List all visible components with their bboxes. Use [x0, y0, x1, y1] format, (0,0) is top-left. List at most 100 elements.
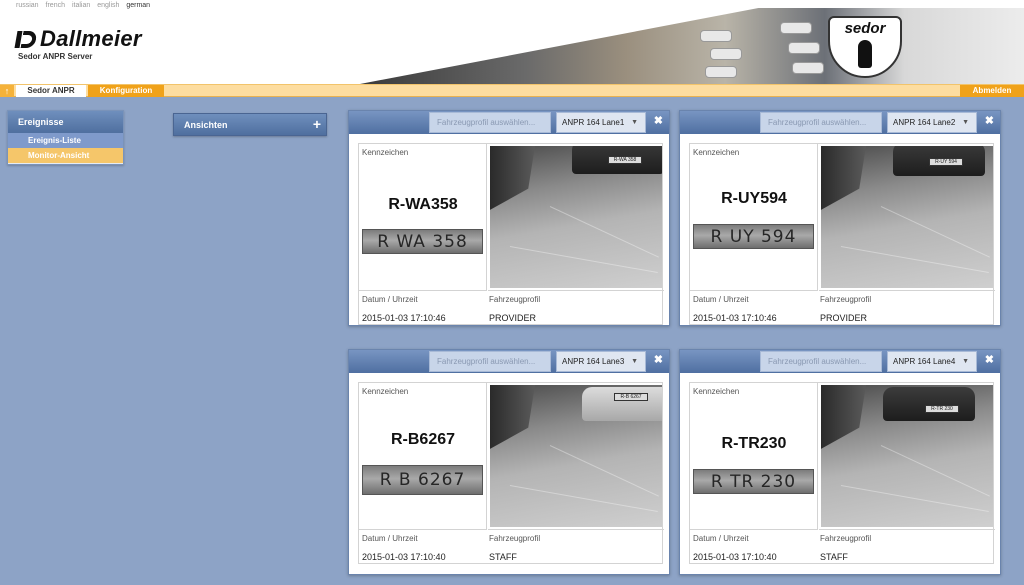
card-body: Kennzeichen R-UY594 R UY 594 R-UY 594 Da…: [689, 143, 995, 325]
plate-column: Kennzeichen R-TR230 R TR 230: [690, 383, 818, 530]
plate-label: Kennzeichen: [362, 387, 409, 396]
server-title: Sedor ANPR Server: [18, 52, 93, 61]
lane-card-3: Fahrzeugprofil auswählen... ANPR 164 Lan…: [348, 349, 670, 575]
close-icon[interactable]: ✖: [654, 353, 663, 366]
date-label: Datum / Uhrzeit: [362, 295, 418, 304]
camera-snapshot[interactable]: R-UY 594: [821, 146, 993, 288]
card-header: Fahrzeugprofil auswählen... ANPR 164 Lan…: [349, 350, 669, 373]
profile-label: Fahrzeugprofil: [489, 295, 541, 304]
close-icon[interactable]: ✖: [985, 114, 994, 127]
camera-snapshot[interactable]: R-WA 358: [490, 146, 662, 288]
tab-konfiguration[interactable]: Konfiguration: [88, 85, 164, 97]
sidebar-item-monitor-view[interactable]: Monitor-Ansicht: [8, 148, 123, 163]
date-value: 2015-01-03 17:10:40: [693, 552, 777, 562]
card-body: Kennzeichen R-WA358 R WA 358 R-WA 358 Da…: [358, 143, 664, 325]
lang-russian[interactable]: russian: [16, 2, 39, 9]
lane-select[interactable]: ANPR 164 Lane4 ▼: [887, 351, 977, 372]
camera-plate: R-UY 594: [929, 158, 963, 166]
profile-value: STAFF: [820, 552, 848, 562]
header-banner-image: sedor: [360, 8, 1024, 84]
chevron-down-icon: ▼: [631, 119, 638, 126]
app-header: russian french italian english german Da…: [0, 0, 1024, 84]
plate-crop-text: R TR 230: [710, 472, 797, 492]
plate-crop-image: R UY 594: [693, 224, 814, 249]
card-header: Fahrzeugprofil auswählen... ANPR 164 Lan…: [680, 350, 1000, 373]
card-header: Fahrzeugprofil auswählen... ANPR 164 Lan…: [349, 111, 669, 134]
lane-select[interactable]: ANPR 164 Lane3 ▼: [556, 351, 646, 372]
camera-snapshot[interactable]: R-TR 230: [821, 385, 993, 527]
profile-value: STAFF: [489, 552, 517, 562]
card-header: Fahrzeugprofil auswählen... ANPR 164 Lan…: [680, 111, 1000, 134]
card-body: Kennzeichen R-TR230 R TR 230 R-TR 230 Da…: [689, 382, 995, 564]
add-view-icon[interactable]: +: [313, 116, 321, 132]
lane-card-2: Fahrzeugprofil auswählen... ANPR 164 Lan…: [679, 110, 1001, 326]
plate-column: Kennzeichen R-B6267 R B 6267: [359, 383, 487, 530]
vehicle-profile-select[interactable]: Fahrzeugprofil auswählen...: [429, 351, 551, 372]
plate-number: R-B6267: [390, 431, 456, 448]
plate-label: Kennzeichen: [362, 148, 409, 157]
close-icon[interactable]: ✖: [654, 114, 663, 127]
plate-crop-image: R WA 358: [362, 229, 483, 254]
main-navbar: ↑ Sedor ANPR Konfiguration Abmelden: [0, 84, 1024, 97]
dallmeier-logo: Dallmeier: [14, 26, 142, 52]
plate-crop-text: R UY 594: [710, 227, 797, 247]
chevron-down-icon: ▼: [962, 119, 969, 126]
lane-select-value: ANPR 164 Lane4: [893, 357, 956, 366]
camera-photo-column: R-TR 230: [819, 383, 995, 530]
events-panel-title: Ereignisse: [8, 111, 123, 133]
lane-select-value: ANPR 164 Lane1: [562, 118, 625, 127]
plate-number: R-UY594: [721, 190, 787, 207]
camera-photo-column: R-WA 358: [488, 144, 664, 291]
lang-english[interactable]: english: [97, 2, 119, 9]
logo-text: Dallmeier: [40, 26, 142, 51]
plate-number: R-WA358: [388, 196, 458, 213]
plate-label: Kennzeichen: [693, 148, 740, 157]
lane-card-1: Fahrzeugprofil auswählen... ANPR 164 Lan…: [348, 110, 670, 326]
vehicle-profile-select[interactable]: Fahrzeugprofil auswählen...: [760, 351, 882, 372]
camera-plate: R-WA 358: [608, 156, 642, 164]
date-value: 2015-01-03 17:10:46: [693, 313, 777, 323]
chevron-down-icon: ▼: [631, 358, 638, 365]
profile-value: PROVIDER: [489, 313, 537, 323]
close-icon[interactable]: ✖: [985, 353, 994, 366]
lane-select[interactable]: ANPR 164 Lane1 ▼: [556, 112, 646, 133]
camera-plate: R-B 6267: [614, 393, 648, 401]
profile-label: Fahrzeugprofil: [489, 534, 541, 543]
profile-value: PROVIDER: [820, 313, 868, 323]
views-panel-button[interactable]: Ansichten +: [173, 113, 327, 136]
plate-crop-text: R B 6267: [379, 470, 466, 490]
vehicle-profile-select[interactable]: Fahrzeugprofil auswählen...: [760, 112, 882, 133]
sedor-figure-icon: [858, 40, 872, 68]
tab-sedor-anpr[interactable]: Sedor ANPR: [16, 85, 86, 97]
plate-label: Kennzeichen: [693, 387, 740, 396]
home-arrow-icon[interactable]: ↑: [0, 85, 14, 97]
camera-photo-column: R-B 6267: [488, 383, 664, 530]
plate-number: R-TR230: [721, 435, 787, 452]
date-label: Datum / Uhrzeit: [693, 295, 749, 304]
profile-label: Fahrzeugprofil: [820, 534, 872, 543]
plate-column: Kennzeichen R-WA358 R WA 358: [359, 144, 487, 291]
chevron-down-icon: ▼: [962, 358, 969, 365]
vehicle-profile-select[interactable]: Fahrzeugprofil auswählen...: [429, 112, 551, 133]
logout-button[interactable]: Abmelden: [960, 85, 1024, 97]
lane-select-value: ANPR 164 Lane3: [562, 357, 625, 366]
sidebar-item-event-list[interactable]: Ereignis-Liste: [8, 133, 123, 148]
profile-label: Fahrzeugprofil: [820, 295, 872, 304]
date-label: Datum / Uhrzeit: [362, 534, 418, 543]
date-label: Datum / Uhrzeit: [693, 534, 749, 543]
camera-plate: R-TR 230: [925, 405, 959, 413]
views-panel-title: Ansichten: [184, 120, 228, 130]
lane-select[interactable]: ANPR 164 Lane2 ▼: [887, 112, 977, 133]
lane-card-4: Fahrzeugprofil auswählen... ANPR 164 Lan…: [679, 349, 1001, 575]
lang-german[interactable]: german: [126, 2, 150, 9]
dallmeier-d-icon: [14, 30, 38, 48]
card-body: Kennzeichen R-B6267 R B 6267 R-B 6267 Da…: [358, 382, 664, 564]
camera-snapshot[interactable]: R-B 6267: [490, 385, 662, 527]
events-panel: Ereignisse Ereignis-Liste Monitor-Ansich…: [7, 110, 124, 165]
date-value: 2015-01-03 17:10:40: [362, 552, 446, 562]
lang-italian[interactable]: italian: [72, 2, 90, 9]
lane-select-value: ANPR 164 Lane2: [893, 118, 956, 127]
camera-photo-column: R-UY 594: [819, 144, 995, 291]
lang-french[interactable]: french: [46, 2, 65, 9]
plate-crop-text: R WA 358: [377, 232, 468, 252]
